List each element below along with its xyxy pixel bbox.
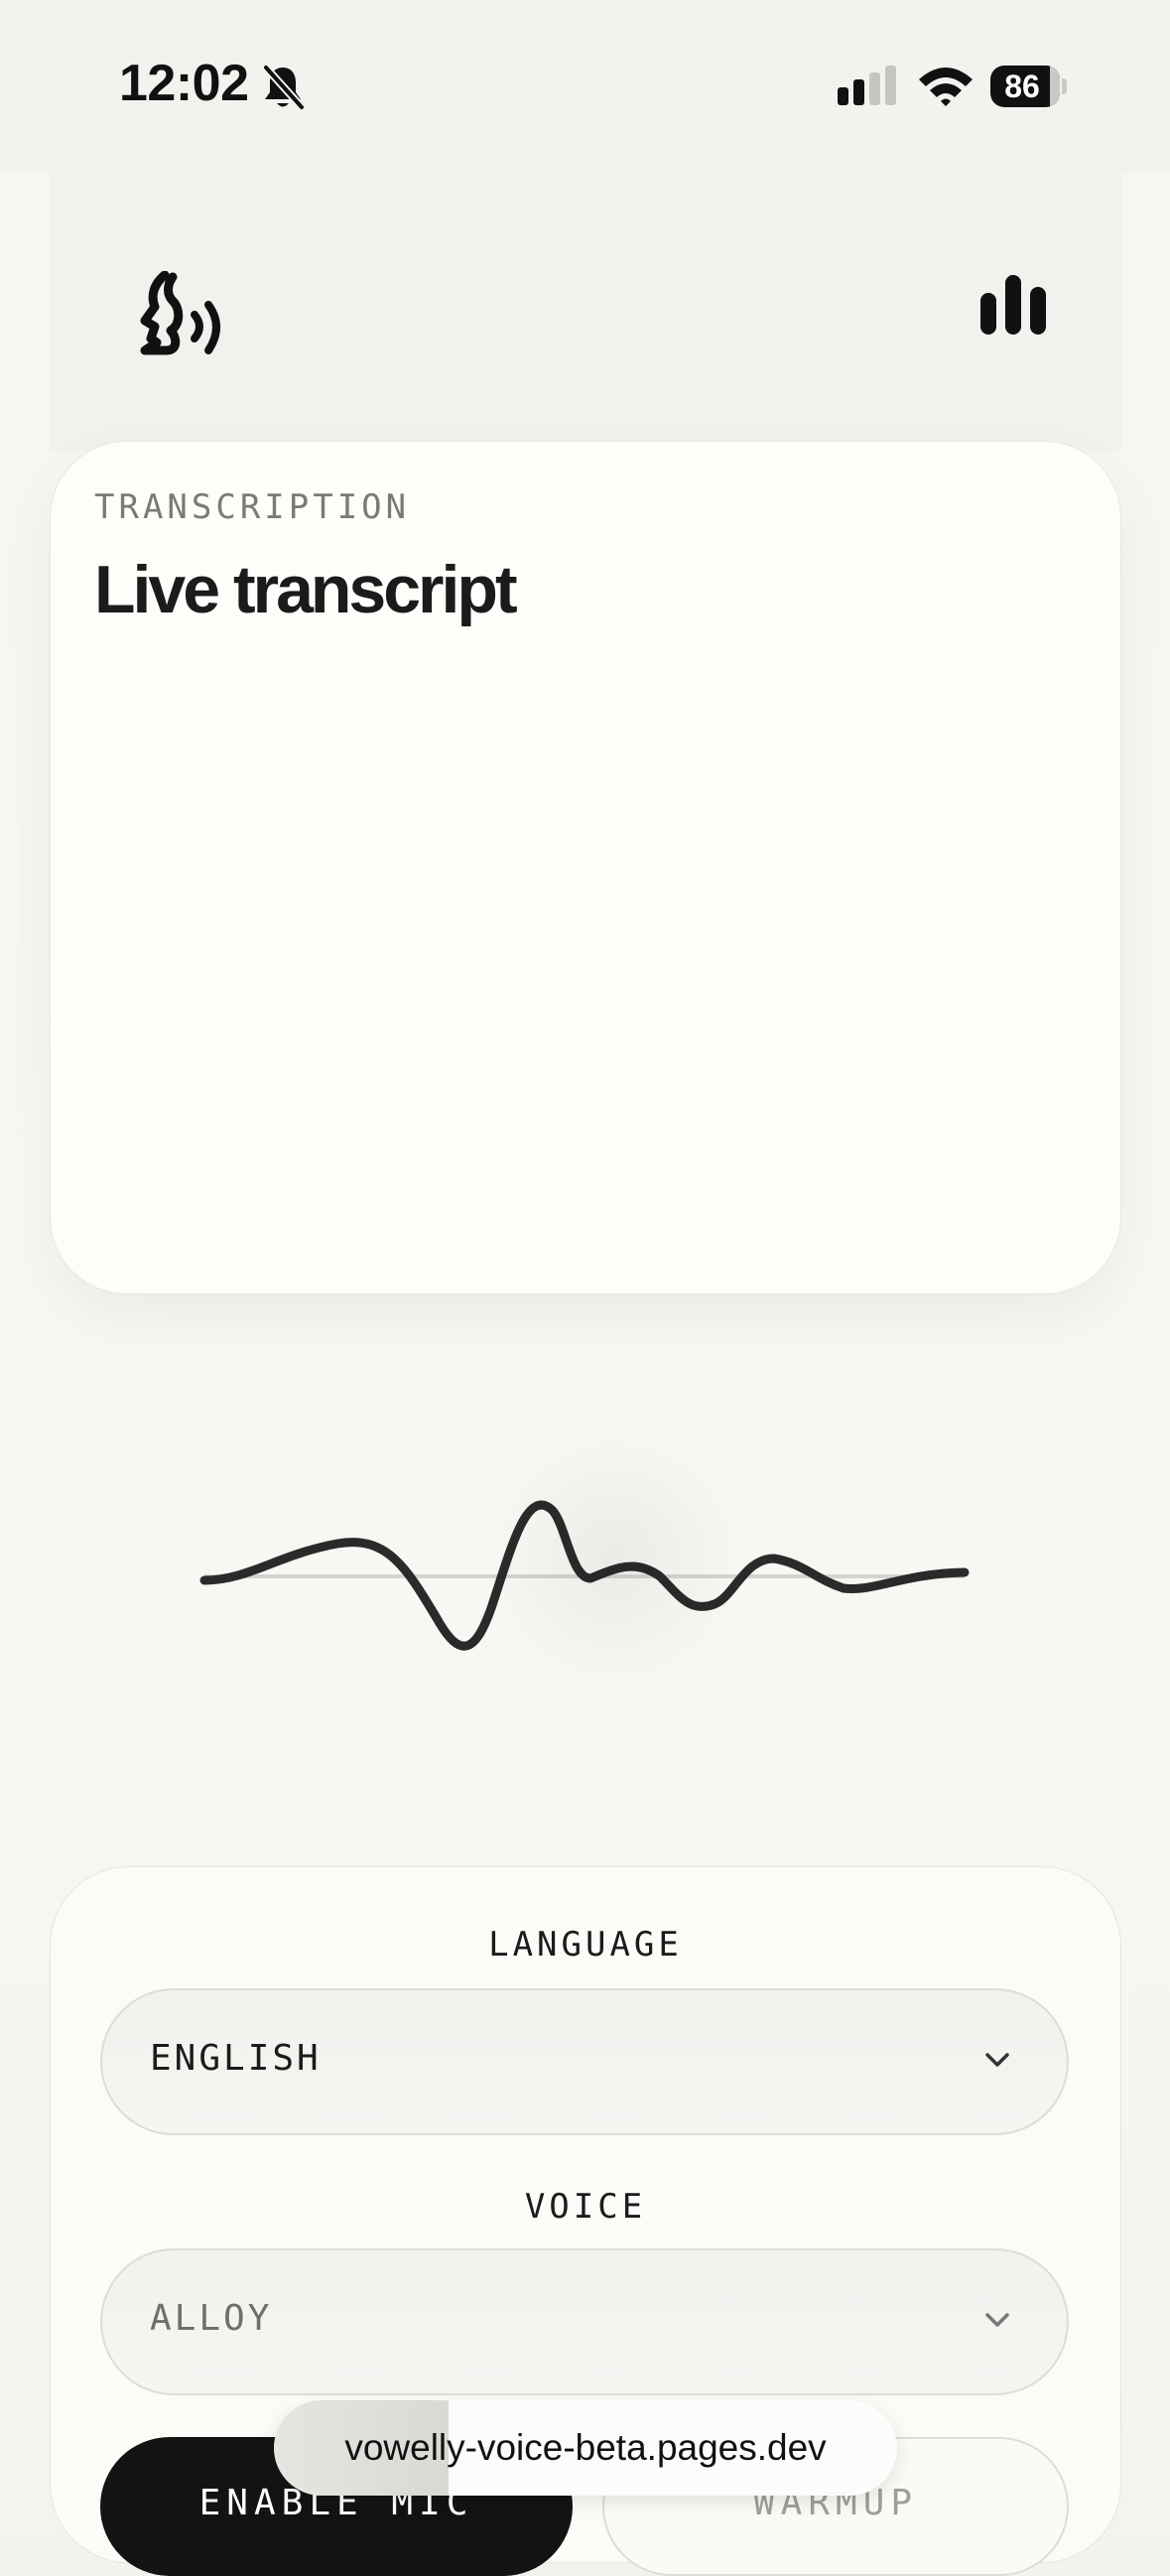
status-time: 12:02 [119,55,249,112]
transcript-eyebrow: TRANSCRIPTION [94,487,411,527]
chevron-down-icon [985,2053,1009,2067]
transcript-card: TRANSCRIPTION Live transcript [50,441,1121,1294]
voice-waveform [149,1429,1022,1688]
transcript-title: Live transcript [94,552,518,627]
voice-select[interactable]: ALLOY [100,2248,1069,2395]
wifi-icon [919,68,973,106]
battery-level: 86 [1004,68,1040,104]
language-label: LANGUAGE [488,1925,683,1965]
transcript-content [94,660,1077,1256]
browser-url-bar[interactable]: vowelly-voice-beta.pages.dev [274,2400,897,2496]
battery-icon: 86 [990,66,1067,107]
bell-slash-icon [263,65,305,110]
voice-select-value: ALLOY [150,2298,273,2339]
status-bar: 12:02 86 [0,0,1170,174]
bar-chart-icon[interactable] [978,273,1048,337]
signal-icon [838,66,896,105]
url-text: vowelly-voice-beta.pages.dev [344,2427,827,2468]
language-select-value: ENGLISH [150,2038,322,2079]
speaking-head-icon[interactable] [121,271,260,390]
app-header [50,174,1121,452]
language-select[interactable]: ENGLISH [100,1988,1069,2135]
chevron-down-icon [985,2313,1009,2327]
voice-label: VOICE [524,2187,647,2227]
